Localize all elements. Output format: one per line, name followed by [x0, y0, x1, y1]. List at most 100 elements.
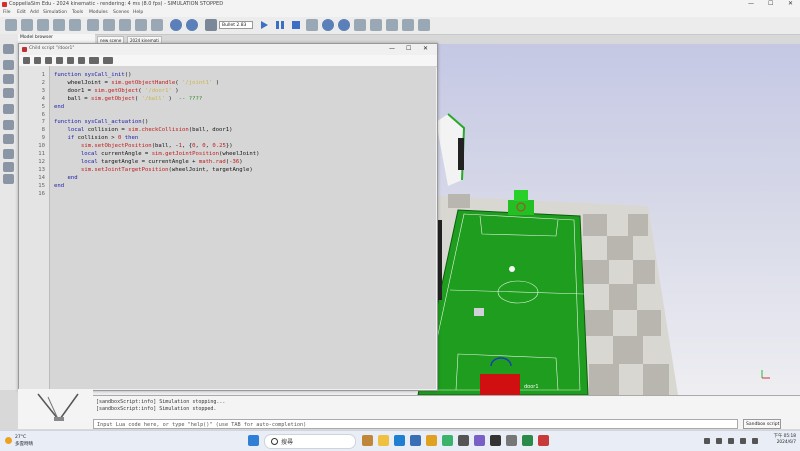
move-object-icon[interactable]: [103, 19, 115, 31]
selection-icon[interactable]: [3, 162, 14, 172]
menu-add[interactable]: Add: [30, 10, 39, 15]
code-line[interactable]: ball = sim.getObject( '/ball' ) -- ????: [54, 96, 202, 102]
pause-simulation-icon[interactable]: [274, 19, 286, 31]
properties-icon[interactable]: [3, 74, 14, 84]
layer-icon[interactable]: [418, 19, 430, 31]
user-settings-icon[interactable]: [3, 174, 14, 184]
code-line[interactable]: local collision = sim.checkCollision(bal…: [54, 127, 232, 133]
physics-engine-select[interactable]: Bullet 2.83: [219, 21, 253, 29]
shape-edit-icon[interactable]: [3, 134, 14, 144]
menu-simulation[interactable]: Simulation: [43, 10, 67, 15]
app-icon[interactable]: [442, 435, 453, 446]
indent-icon[interactable]: [67, 57, 74, 64]
search-icon[interactable]: [3, 60, 14, 70]
search-icon: [271, 438, 278, 445]
code-line[interactable]: if collision > 0 then: [54, 135, 138, 141]
windows-start-icon[interactable]: [248, 435, 259, 446]
menu-tools[interactable]: Tools: [72, 10, 83, 15]
title-bar: CoppeliaSim Edu - 2024 kinematic - rende…: [0, 0, 800, 9]
redo-icon[interactable]: [186, 19, 198, 31]
outdent-icon[interactable]: [78, 57, 85, 64]
battery-icon[interactable]: [752, 438, 758, 444]
store-icon[interactable]: [410, 435, 421, 446]
clock[interactable]: 下午 05:18 2024/6/7: [766, 434, 796, 446]
code-line[interactable]: end: [54, 175, 77, 181]
taskbar-search[interactable]: 搜尋: [264, 434, 356, 449]
lua-command-input[interactable]: Input Lua code here, or type "help()" (u…: [93, 419, 738, 429]
search-icon[interactable]: [34, 57, 41, 64]
collections-icon[interactable]: [3, 104, 14, 114]
function-list-icon[interactable]: [89, 57, 99, 64]
code-line[interactable]: end: [54, 183, 64, 189]
editor-minimize-button[interactable]: —: [389, 45, 395, 52]
chrome-icon[interactable]: [426, 435, 437, 446]
menu-bar: File Edit Add Simulation Tools Modules S…: [0, 9, 800, 17]
camera-rotate-icon[interactable]: [21, 19, 33, 31]
toggle-visualization-icon[interactable]: [370, 19, 382, 31]
code-line[interactable]: function sysCall_actuation(): [54, 119, 148, 125]
code-line[interactable]: function sysCall_init(): [54, 72, 131, 78]
editor-maximize-button[interactable]: ☐: [406, 45, 411, 52]
volume-icon[interactable]: [740, 438, 746, 444]
code-line[interactable]: wheelJoint = sim.getObjectHandle( '/join…: [54, 80, 219, 86]
minimize-button[interactable]: —: [748, 0, 754, 7]
code-line[interactable]: local currentAngle = sim.getJointPositio…: [54, 151, 260, 157]
redo-icon[interactable]: [56, 57, 63, 64]
terminal-icon[interactable]: [458, 435, 469, 446]
clock-date: 2024/6/7: [776, 440, 796, 445]
stop-simulation-icon[interactable]: [290, 19, 302, 31]
settings-icon[interactable]: [103, 57, 113, 64]
start-simulation-icon[interactable]: [258, 19, 270, 31]
menu-file[interactable]: File: [3, 10, 11, 15]
app-icon[interactable]: [490, 435, 501, 446]
camera-shift-icon[interactable]: [37, 19, 49, 31]
sandbox-script-select[interactable]: Sandbox script: [743, 419, 781, 429]
close-button[interactable]: ✕: [788, 0, 793, 7]
object-select-icon[interactable]: [87, 19, 99, 31]
undo-icon[interactable]: [45, 57, 52, 64]
code-area[interactable]: function sysCall_init() wheelJoint = sim…: [49, 66, 436, 389]
keyboard-icon[interactable]: [716, 438, 722, 444]
model-browser-icon[interactable]: [3, 44, 14, 54]
fit-view-icon[interactable]: [69, 19, 81, 31]
menu-edit[interactable]: Edit: [17, 10, 26, 15]
wifi-icon[interactable]: [728, 438, 734, 444]
task-view-icon[interactable]: [362, 435, 373, 446]
editor-close-button[interactable]: ✕: [423, 45, 428, 52]
model-thumbnail[interactable]: [18, 389, 93, 429]
maximize-button[interactable]: ☐: [768, 0, 773, 7]
camera-pan-icon[interactable]: [5, 19, 17, 31]
faster-icon[interactable]: [338, 19, 350, 31]
file-explorer-icon[interactable]: [378, 435, 389, 446]
scene-selector-icon[interactable]: [386, 19, 398, 31]
edge-icon[interactable]: [394, 435, 405, 446]
assemble-icon[interactable]: [135, 19, 147, 31]
app-icon[interactable]: [522, 435, 533, 446]
coppeliasim-taskbar-icon[interactable]: [538, 435, 549, 446]
code-line[interactable]: sim.setObjectPosition(ball, -1, {0, 0, 0…: [54, 143, 233, 149]
app-icon[interactable]: [474, 435, 485, 446]
download-icon[interactable]: [23, 57, 30, 64]
slower-icon[interactable]: [322, 19, 334, 31]
menu-scenes[interactable]: Scenes: [113, 10, 129, 15]
model-browser-label: Model browser: [20, 35, 53, 40]
code-line[interactable]: door1 = sim.getObject( '/door1' ): [54, 88, 178, 94]
camera-angle-icon[interactable]: [53, 19, 65, 31]
dynamics-icon[interactable]: [205, 19, 217, 31]
rotate-object-icon[interactable]: [119, 19, 131, 31]
page-selector-icon[interactable]: [402, 19, 414, 31]
code-line[interactable]: end: [54, 104, 64, 110]
scripts-icon[interactable]: [3, 120, 14, 130]
threaded-render-icon[interactable]: [354, 19, 366, 31]
undo-icon[interactable]: [170, 19, 182, 31]
code-line[interactable]: local targetAngle = currentAngle + math.…: [54, 159, 243, 165]
chevron-up-icon[interactable]: [704, 438, 710, 444]
real-time-icon[interactable]: [306, 19, 318, 31]
menu-modules[interactable]: Modules: [89, 10, 108, 15]
app-icon[interactable]: [506, 435, 517, 446]
menu-help[interactable]: Help: [133, 10, 143, 15]
calculation-icon[interactable]: [3, 88, 14, 98]
code-line[interactable]: sim.setJointTargetPosition(wheelJoint, t…: [54, 167, 253, 173]
transfer-icon[interactable]: [151, 19, 163, 31]
layers-icon[interactable]: [3, 149, 14, 159]
